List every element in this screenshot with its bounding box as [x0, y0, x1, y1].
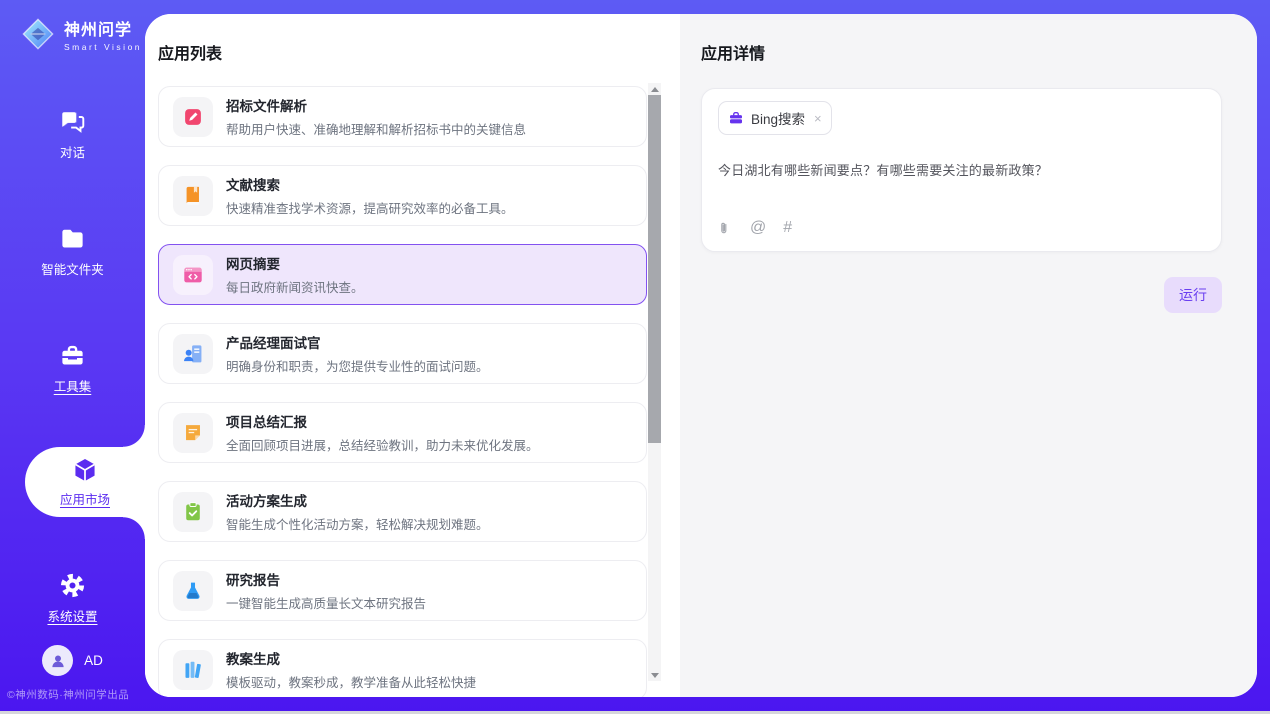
app-icon — [173, 255, 213, 295]
app-card[interactable]: 项目总结汇报 全面回顾项目进展，总结经验教训，助力未来优化发展。 — [158, 402, 647, 463]
app-card-description: 智能生成个性化活动方案，轻松解决规划难题。 — [226, 514, 489, 533]
app-card[interactable]: 网页摘要 每日政府新闻资讯快查。 — [158, 244, 647, 305]
scrollbar[interactable] — [648, 83, 661, 681]
close-icon[interactable]: × — [814, 111, 822, 126]
app-card-title: 活动方案生成 — [226, 490, 489, 510]
folder-icon — [59, 225, 86, 252]
hash-icon[interactable]: # — [783, 219, 792, 237]
brand-name: 神州问学 — [64, 16, 142, 40]
scroll-down-arrow[interactable] — [648, 669, 661, 681]
app-icon — [173, 176, 213, 216]
user-account[interactable]: AD — [0, 645, 145, 676]
app-card-description: 全面回顾项目进展，总结经验教训，助力未来优化发展。 — [226, 435, 539, 454]
toolbox-icon — [59, 342, 86, 369]
app-detail-title: 应用详情 — [701, 40, 1222, 64]
app-card-description: 帮助用户快速、准确地理解和解析招标书中的关键信息 — [226, 119, 526, 138]
app-card-title: 招标文件解析 — [226, 95, 526, 115]
sidebar-item-app-market[interactable]: 应用市场 — [25, 447, 145, 517]
app-card[interactable]: 产品经理面试官 明确身份和职责，为您提供专业性的面试问题。 — [158, 323, 647, 384]
app-card-title: 文献搜索 — [226, 174, 514, 194]
app-card-description: 明确身份和职责，为您提供专业性的面试问题。 — [226, 356, 489, 375]
run-button[interactable]: 运行 — [1164, 277, 1222, 313]
sidebar-item-chat[interactable]: 对话 — [0, 108, 145, 161]
prompt-text[interactable]: 今日湖北有哪些新闻要点？有哪些需要关注的最新政策？ — [718, 160, 1205, 179]
composer-toolbar: @ # — [718, 219, 792, 237]
app-detail-panel: 应用详情 Bing搜索 × 今日湖北有哪些新闻要点？有哪些需要关注的最新政策？ … — [680, 14, 1257, 697]
app-card-title: 项目总结汇报 — [226, 411, 539, 431]
avatar — [42, 645, 73, 676]
app-card-title: 网页摘要 — [226, 253, 364, 273]
main-content: 应用列表 招标文件解析 帮助用户快速、准确地理解和解析招标书中的关键信息 文献搜… — [145, 14, 1257, 697]
app-icon — [173, 650, 213, 690]
paperclip-icon[interactable] — [718, 220, 733, 237]
app-card[interactable]: 教案生成 模板驱动，教案秒成，教学准备从此轻松快捷 — [158, 639, 647, 697]
app-card[interactable]: 招标文件解析 帮助用户快速、准确地理解和解析招标书中的关键信息 — [158, 86, 647, 147]
app-card-description: 模板驱动，教案秒成，教学准备从此轻松快捷 — [226, 672, 476, 691]
diamond-logo-icon — [20, 16, 56, 52]
app-card-description: 每日政府新闻资讯快查。 — [226, 277, 364, 296]
sidebar: 神州问学 Smart Vision 对话 智能文件夹 — [0, 0, 145, 714]
sidebar-item-label: 智能文件夹 — [41, 259, 104, 278]
app-icon — [173, 492, 213, 532]
app-card[interactable]: 活动方案生成 智能生成个性化活动方案，轻松解决规划难题。 — [158, 481, 647, 542]
app-card-list: 招标文件解析 帮助用户快速、准确地理解和解析招标书中的关键信息 文献搜索 快速精… — [158, 86, 647, 697]
sidebar-item-label: 应用市场 — [60, 489, 110, 508]
sidebar-item-toolset[interactable]: 工具集 — [0, 342, 145, 395]
app-icon — [173, 334, 213, 374]
app-icon — [173, 571, 213, 611]
tool-tag-bing-search[interactable]: Bing搜索 × — [718, 101, 832, 135]
sidebar-item-label: 对话 — [60, 142, 85, 161]
app-card-title: 产品经理面试官 — [226, 332, 489, 352]
briefcase-icon — [728, 110, 744, 126]
app-card[interactable]: 研究报告 一键智能生成高质量长文本研究报告 — [158, 560, 647, 621]
gear-icon — [59, 572, 86, 599]
app-card[interactable]: 文献搜索 快速精准查找学术资源，提高研究效率的必备工具。 — [158, 165, 647, 226]
app-card-description: 快速精准查找学术资源，提高研究效率的必备工具。 — [226, 198, 514, 217]
sidebar-item-label: 系统设置 — [47, 606, 97, 625]
app-list-panel: 应用列表 招标文件解析 帮助用户快速、准确地理解和解析招标书中的关键信息 文献搜… — [145, 14, 680, 697]
user-initials: AD — [84, 653, 103, 668]
scrollbar-thumb[interactable] — [648, 95, 661, 443]
sidebar-item-label: 工具集 — [54, 376, 92, 395]
chat-icon — [59, 108, 86, 135]
sidebar-item-settings[interactable]: 系统设置 — [0, 572, 145, 625]
mention-icon[interactable]: @ — [750, 219, 766, 237]
sidebar-item-smart-folder[interactable]: 智能文件夹 — [0, 225, 145, 278]
app-card-description: 一键智能生成高质量长文本研究报告 — [226, 593, 426, 612]
tool-tag-label: Bing搜索 — [751, 108, 805, 128]
prompt-card[interactable]: Bing搜索 × 今日湖北有哪些新闻要点？有哪些需要关注的最新政策？ @ # — [701, 88, 1222, 252]
app-card-title: 教案生成 — [226, 648, 476, 668]
app-icon — [173, 413, 213, 453]
scroll-up-arrow[interactable] — [648, 83, 661, 95]
brand-logo: 神州问学 Smart Vision — [0, 0, 145, 52]
app-card-title: 研究报告 — [226, 569, 426, 589]
brand-subtitle: Smart Vision — [64, 42, 142, 52]
app-list-title: 应用列表 — [158, 40, 680, 64]
copyright-footer: ©神州数码·神州问学出品 — [7, 687, 129, 702]
app-icon — [173, 97, 213, 137]
cube-icon — [71, 456, 99, 484]
